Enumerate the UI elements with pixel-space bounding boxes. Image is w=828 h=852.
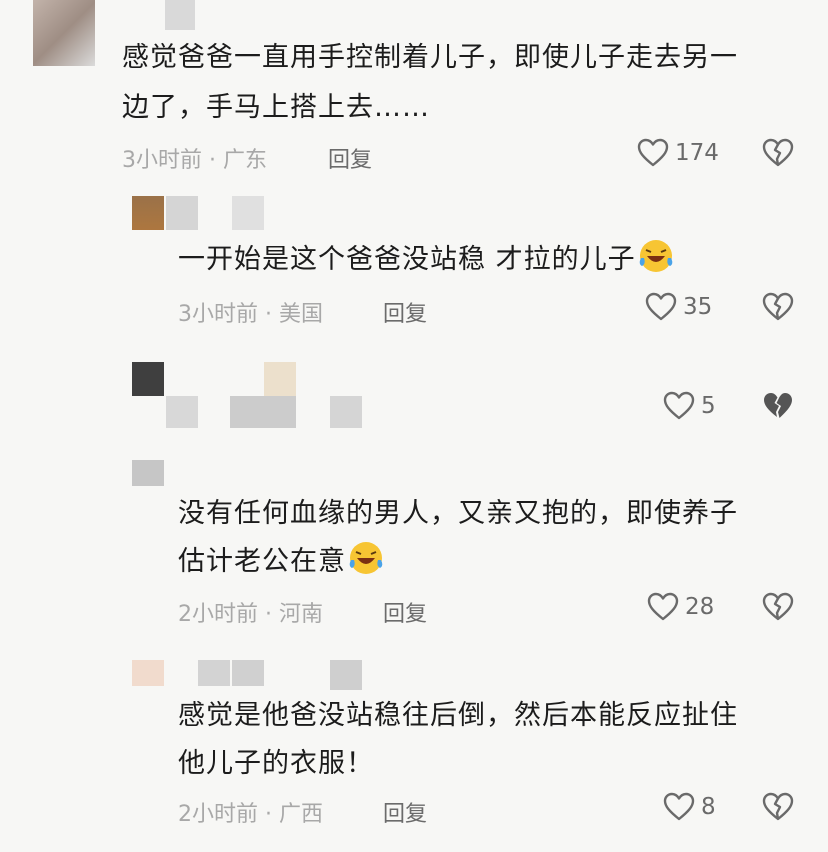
comment-text-line: 估计老公在意 [178, 546, 346, 577]
time-location: 2小时前 · 广西 [178, 802, 323, 827]
dislike-button-active[interactable] [762, 391, 794, 421]
comment-text-line: 感觉爸爸一直用手控制着儿子，即使儿子走去另一 [122, 42, 738, 73]
comment-text-line: 他儿子的衣服！ [178, 748, 374, 779]
time-location: 3小时前 · 广东 [122, 148, 267, 173]
like-count: 5 [701, 393, 716, 419]
laughing-tears-emoji [638, 238, 674, 274]
username-redacted[interactable] [232, 196, 264, 230]
comment-text-line: 没有任何血缘的男人，又亲又抱的，即使养子 [178, 498, 738, 529]
time-location: 2小时前 · 河南 [178, 602, 323, 627]
username-redacted[interactable] [232, 660, 264, 686]
redacted-content [230, 396, 296, 428]
comment-text: 估计老公在意 [178, 540, 384, 584]
comment-text-line: 边了，手马上搭上去…… [122, 92, 430, 123]
time-location: 3小时前 · 美国 [178, 302, 323, 327]
heart-outline-icon [637, 138, 669, 168]
username-redacted[interactable] [166, 196, 198, 230]
redacted-content [330, 396, 362, 428]
broken-heart-icon [762, 792, 794, 822]
like-button[interactable]: 8 [663, 792, 716, 822]
heart-outline-icon [645, 292, 677, 322]
heart-outline-icon [663, 792, 695, 822]
username-redacted[interactable] [165, 0, 195, 30]
heart-outline-icon [663, 391, 695, 421]
like-button[interactable]: 28 [647, 592, 714, 622]
reply-button[interactable]: 回复 [383, 596, 427, 628]
reply-button[interactable]: 回复 [328, 142, 372, 174]
like-count: 174 [675, 140, 719, 166]
comment-text-line: 感觉是他爸没站稳往后倒，然后本能反应扯住 [178, 700, 738, 731]
comment-text: 一开始是这个爸爸没站稳 才拉的儿子 [178, 238, 674, 282]
dislike-button[interactable] [762, 292, 794, 322]
broken-heart-icon [762, 292, 794, 322]
username-redacted[interactable] [264, 362, 296, 396]
like-count: 35 [683, 294, 713, 320]
broken-heart-icon [762, 138, 794, 168]
avatar[interactable] [132, 196, 164, 230]
avatar[interactable] [132, 460, 164, 486]
laughing-tears-emoji [348, 540, 384, 576]
reply-button[interactable]: 回复 [383, 296, 427, 328]
broken-heart-icon [762, 592, 794, 622]
like-button[interactable]: 5 [663, 391, 716, 421]
comment-text-line: 一开始是这个爸爸没站稳 才拉的儿子 [178, 244, 636, 275]
redacted-content [166, 396, 198, 428]
reply-button[interactable]: 回复 [383, 796, 427, 828]
username-redacted[interactable] [198, 660, 230, 686]
like-count: 28 [685, 594, 715, 620]
username-redacted[interactable] [330, 660, 362, 690]
broken-heart-filled-icon [762, 391, 794, 421]
like-button[interactable]: 174 [637, 138, 719, 168]
like-button[interactable]: 35 [645, 292, 712, 322]
avatar[interactable] [132, 362, 164, 396]
avatar[interactable] [132, 660, 164, 686]
like-count: 8 [701, 794, 716, 820]
dislike-button[interactable] [762, 792, 794, 822]
avatar[interactable] [33, 0, 95, 66]
dislike-button[interactable] [762, 592, 794, 622]
dislike-button[interactable] [762, 138, 794, 168]
heart-outline-icon [647, 592, 679, 622]
